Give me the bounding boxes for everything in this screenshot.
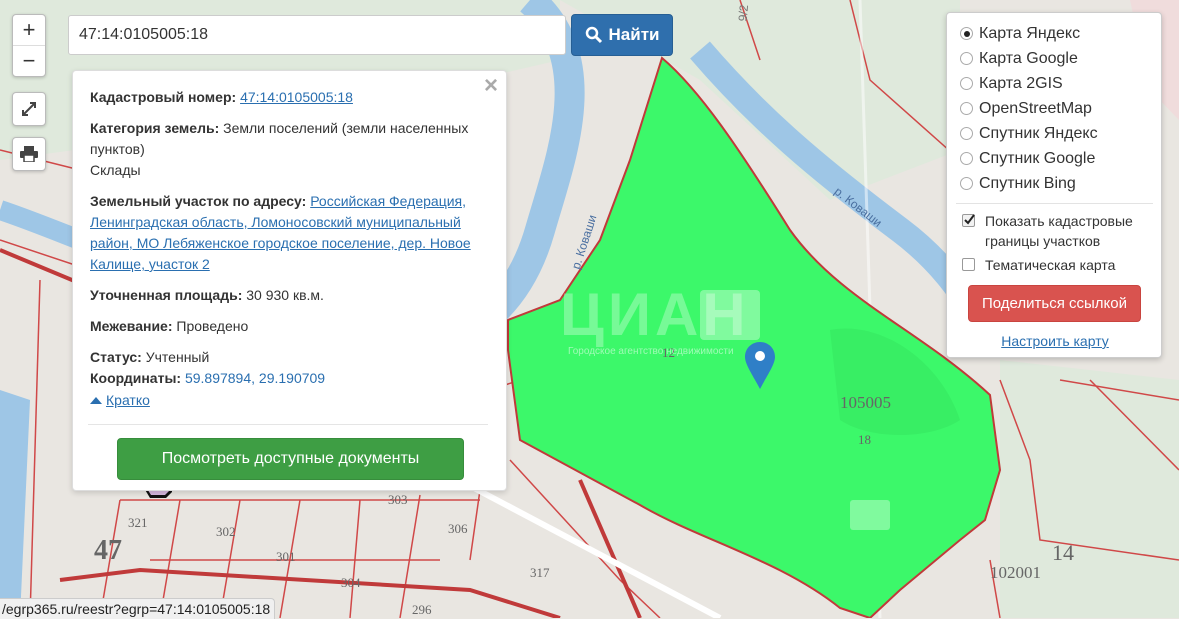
layer-option-label: Спутник Яндекс [979,124,1098,142]
radio[interactable] [960,177,973,190]
search-icon [585,26,602,44]
survey-label: Межевание: [90,318,173,334]
map-label-parcel: 296 [412,602,432,617]
brief-link[interactable]: Кратко [106,390,150,411]
road-label: 9/2 [735,4,752,22]
close-icon[interactable]: × [484,74,498,98]
thematic-map-label: Тематическая карта [985,257,1116,273]
map-label-parcel: 301 [276,549,296,564]
print-button[interactable] [12,137,46,171]
configure-map-link[interactable]: Настроить карту [947,333,1163,349]
layer-option-label: Спутник Google [979,149,1096,167]
layer-option-yandex-satellite[interactable]: Спутник Яндекс [960,121,1161,146]
show-borders-label: Показать кадастровые границы участков [985,213,1133,249]
search-input[interactable] [68,15,566,55]
radio[interactable] [960,102,973,115]
find-button[interactable]: Найти [571,14,673,56]
area-value: 30 930 кв.м. [246,287,324,303]
layer-option-label: OpenStreetMap [979,99,1092,117]
layer-option-bing-satellite[interactable]: Спутник Bing [960,171,1161,196]
watermark-subtitle: Городское агентство недвижимости [568,346,734,357]
expand-icon [22,102,36,116]
printer-icon [20,146,38,162]
map-label-block: 14 [1052,540,1074,565]
coordinates-label: Координаты: [90,370,182,386]
zoom-in-button[interactable]: + [13,15,45,45]
map-label-quarter: 105005 [840,393,891,412]
radio[interactable] [960,52,973,65]
map-layers-panel: Карта Яндекс Карта Google Карта 2GIS Ope… [946,12,1162,358]
thematic-map-checkbox[interactable] [962,258,975,271]
map-label-parcel-18: 18 [858,432,871,447]
layer-option-2gis-map[interactable]: Карта 2GIS [960,71,1161,96]
share-link-button[interactable]: Поделиться ссылкой [968,285,1141,322]
layer-option-yandex-map[interactable]: Карта Яндекс [960,21,1161,46]
layer-option-label: Спутник Bing [979,174,1076,192]
map-label-parcel: 302 [216,524,236,539]
show-borders-checkbox[interactable] [962,214,975,227]
parcel-info-popup: × Кадастровый номер: 47:14:0105005:18 Ка… [72,70,507,491]
radio[interactable] [960,127,973,140]
watermark: ЦИАН [560,281,750,348]
map-label-parcel: 321 [128,515,148,530]
address-label: Земельный участок по адресу: [90,193,307,209]
checkmark-icon [964,214,975,225]
thematic-map-option[interactable]: Тематическая карта [960,255,1161,275]
layer-option-osm[interactable]: OpenStreetMap [960,96,1161,121]
zoom-control: + − [12,14,46,77]
caret-up-icon [90,397,102,404]
divider [956,203,1153,204]
status-bar-url: /egrp365.ru/reestr?egrp=47:14:0105005:18 [0,598,276,619]
layer-option-label: Карта 2GIS [979,74,1063,92]
layer-option-label: Карта Яндекс [979,24,1081,42]
find-button-label: Найти [608,25,660,44]
view-documents-button[interactable]: Посмотреть доступные документы [117,438,464,480]
layer-option-label: Карта Google [979,49,1078,67]
map-label-parcel: 304 [341,575,361,590]
layer-option-google-map[interactable]: Карта Google [960,46,1161,71]
map-label-quarter-2: 102001 [990,563,1041,582]
status-value: Учтенный [145,349,210,365]
area-label: Уточненная площадь: [90,287,243,303]
radio-selected[interactable] [960,27,973,40]
radio[interactable] [960,77,973,90]
coordinates-value: 59.897894, 29.190709 [184,370,326,386]
fullscreen-button[interactable] [12,92,46,126]
map-label-district: 47 [94,535,122,566]
brief-toggle[interactable]: Кратко [90,390,150,411]
map-label-parcel: 317 [530,565,550,580]
map-label-parcel: 306 [448,521,468,536]
status-label: Статус: [90,349,142,365]
map-label-parcel: 303 [388,492,408,507]
category-label: Категория земель: [90,120,220,136]
layer-option-google-satellite[interactable]: Спутник Google [960,146,1161,171]
category-extra: Склады [90,162,141,178]
cadastral-label: Кадастровый номер: [90,89,237,105]
survey-value: Проведено [176,318,249,334]
zoom-out-button[interactable]: − [13,45,45,76]
cadastral-number-link[interactable]: 47:14:0105005:18 [240,89,353,105]
divider [88,423,488,425]
radio[interactable] [960,152,973,165]
show-borders-option[interactable]: Показать кадастровые границы участков [960,211,1161,251]
